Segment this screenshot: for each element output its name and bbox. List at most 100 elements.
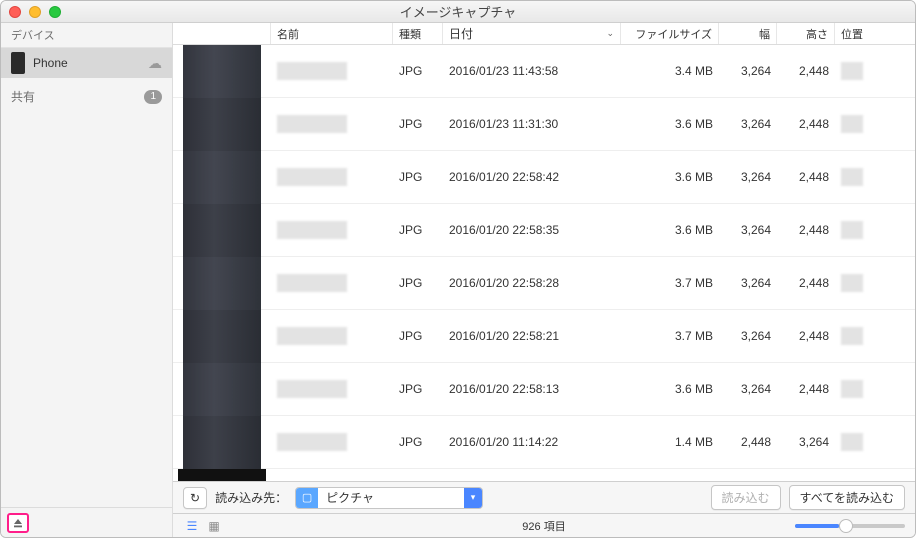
file-list[interactable]: JPG2016/01/23 11:43:583.4 MB3,2642,448JP…	[173, 45, 915, 481]
cell-position	[835, 327, 895, 345]
table-row[interactable]: JPG2016/01/20 11:14:221.4 MB2,4483,264	[173, 416, 915, 469]
sidebar-device-item[interactable]: Phone ☁︎	[1, 48, 172, 78]
cell-kind: JPG	[393, 329, 443, 343]
cell-name	[271, 433, 393, 451]
sidebar: デバイス Phone ☁︎ 共有 1	[1, 23, 173, 537]
titlebar: イメージキャプチャ	[1, 1, 915, 23]
cell-date: 2016/01/23 11:31:30	[443, 117, 621, 131]
cell-name	[271, 380, 393, 398]
cell-height: 2,448	[777, 382, 835, 396]
shared-label: 共有	[11, 88, 35, 105]
column-headers: 名前 種類 日付⌄ ファイルサイズ 幅 高さ 位置	[173, 23, 915, 45]
cell-position	[835, 433, 895, 451]
cell-position	[835, 62, 895, 80]
show-details-button[interactable]	[7, 513, 29, 533]
popup-arrows-icon: ▾	[464, 487, 482, 509]
col-name[interactable]: 名前	[271, 23, 393, 44]
cell-height: 2,448	[777, 276, 835, 290]
cell-position	[835, 274, 895, 292]
col-date[interactable]: 日付⌄	[443, 23, 621, 44]
col-position[interactable]: 位置	[835, 23, 895, 44]
phone-icon	[11, 52, 25, 74]
cell-width: 3,264	[719, 117, 777, 131]
window-body: デバイス Phone ☁︎ 共有 1 名前 種類 日付⌄	[1, 23, 915, 537]
main-panel: 名前 種類 日付⌄ ファイルサイズ 幅 高さ 位置 JPG2016/01/23 …	[173, 23, 915, 537]
cell-height: 2,448	[777, 329, 835, 343]
cell-name	[271, 221, 393, 239]
cell-position	[835, 168, 895, 186]
cell-position	[835, 380, 895, 398]
cell-width: 3,264	[719, 64, 777, 78]
destination-value: ピクチャ	[318, 489, 464, 506]
col-height[interactable]: 高さ	[777, 23, 835, 44]
table-row[interactable]: JPG2016/01/23 11:43:583.4 MB3,2642,448	[173, 45, 915, 98]
destination-popup[interactable]: ▢ ピクチャ ▾	[295, 487, 483, 509]
cell-date: 2016/01/20 22:58:35	[443, 223, 621, 237]
cell-name	[271, 274, 393, 292]
cell-position	[835, 221, 895, 239]
cell-date: 2016/01/23 11:43:58	[443, 64, 621, 78]
col-size[interactable]: ファイルサイズ	[621, 23, 719, 44]
cell-height: 2,448	[777, 170, 835, 184]
cell-size: 3.4 MB	[621, 64, 719, 78]
cell-size: 3.6 MB	[621, 223, 719, 237]
table-row[interactable]: JPG2016/01/23 11:31:303.6 MB3,2642,448	[173, 98, 915, 151]
cell-name	[271, 62, 393, 80]
cell-kind: JPG	[393, 435, 443, 449]
cell-height: 2,448	[777, 64, 835, 78]
col-thumb[interactable]	[173, 23, 271, 44]
cell-kind: JPG	[393, 276, 443, 290]
cell-width: 3,264	[719, 223, 777, 237]
folder-icon: ▢	[296, 487, 318, 509]
cell-date: 2016/01/20 22:58:42	[443, 170, 621, 184]
cell-height: 3,264	[777, 435, 835, 449]
cell-width: 3,264	[719, 382, 777, 396]
status-bar: ☰ ▦ 926 項目	[173, 513, 915, 537]
col-width[interactable]: 幅	[719, 23, 777, 44]
cell-size: 3.6 MB	[621, 117, 719, 131]
cell-date: 2016/01/20 11:14:22	[443, 435, 621, 449]
slider-knob[interactable]	[839, 519, 853, 533]
window: イメージキャプチャ デバイス Phone ☁︎ 共有 1	[0, 0, 916, 538]
cell-date: 2016/01/20 22:58:21	[443, 329, 621, 343]
cell-name	[271, 168, 393, 186]
device-name: Phone	[33, 56, 68, 70]
cell-kind: JPG	[393, 170, 443, 184]
rotate-button[interactable]: ↻	[183, 487, 207, 509]
cell-kind: JPG	[393, 223, 443, 237]
table-row[interactable]: JPG2016/01/20 22:58:133.6 MB3,2642,448	[173, 363, 915, 416]
cell-size: 3.6 MB	[621, 170, 719, 184]
chevron-down-icon: ⌄	[606, 28, 614, 39]
cloud-icon: ☁︎	[148, 55, 162, 72]
cell-width: 2,448	[719, 435, 777, 449]
cell-height: 2,448	[777, 223, 835, 237]
col-kind[interactable]: 種類	[393, 23, 443, 44]
sidebar-footer	[1, 507, 172, 537]
table-row[interactable]: JPG2016/01/20 22:58:423.6 MB3,2642,448	[173, 151, 915, 204]
cell-name	[271, 115, 393, 133]
cell-size: 3.7 MB	[621, 329, 719, 343]
import-all-button[interactable]: すべてを読み込む	[789, 485, 905, 510]
cell-position	[835, 115, 895, 133]
table-row[interactable]: JPG2016/01/20 22:58:283.7 MB3,2642,448	[173, 257, 915, 310]
cell-name	[271, 327, 393, 345]
cell-size: 1.4 MB	[621, 435, 719, 449]
window-title: イメージキャプチャ	[1, 2, 915, 21]
thumbnail-size-slider[interactable]	[795, 524, 905, 528]
cell-kind: JPG	[393, 117, 443, 131]
cell-width: 3,264	[719, 329, 777, 343]
sidebar-shared-header: 共有 1	[1, 84, 172, 109]
import-button[interactable]: 読み込む	[711, 485, 781, 510]
cell-kind: JPG	[393, 64, 443, 78]
cell-width: 3,264	[719, 276, 777, 290]
shared-count-badge: 1	[144, 90, 162, 104]
toolbar: ↻ 読み込み先： ▢ ピクチャ ▾ 読み込む すべてを読み込む	[173, 481, 915, 513]
cell-size: 3.7 MB	[621, 276, 719, 290]
table-row[interactable]: JPG2016/01/20 22:58:353.6 MB3,2642,448	[173, 204, 915, 257]
cell-height: 2,448	[777, 117, 835, 131]
cell-date: 2016/01/20 22:58:28	[443, 276, 621, 290]
cell-width: 3,264	[719, 170, 777, 184]
cell-kind: JPG	[393, 382, 443, 396]
sidebar-devices-header: デバイス	[1, 23, 172, 48]
table-row[interactable]: JPG2016/01/20 22:58:213.7 MB3,2642,448	[173, 310, 915, 363]
